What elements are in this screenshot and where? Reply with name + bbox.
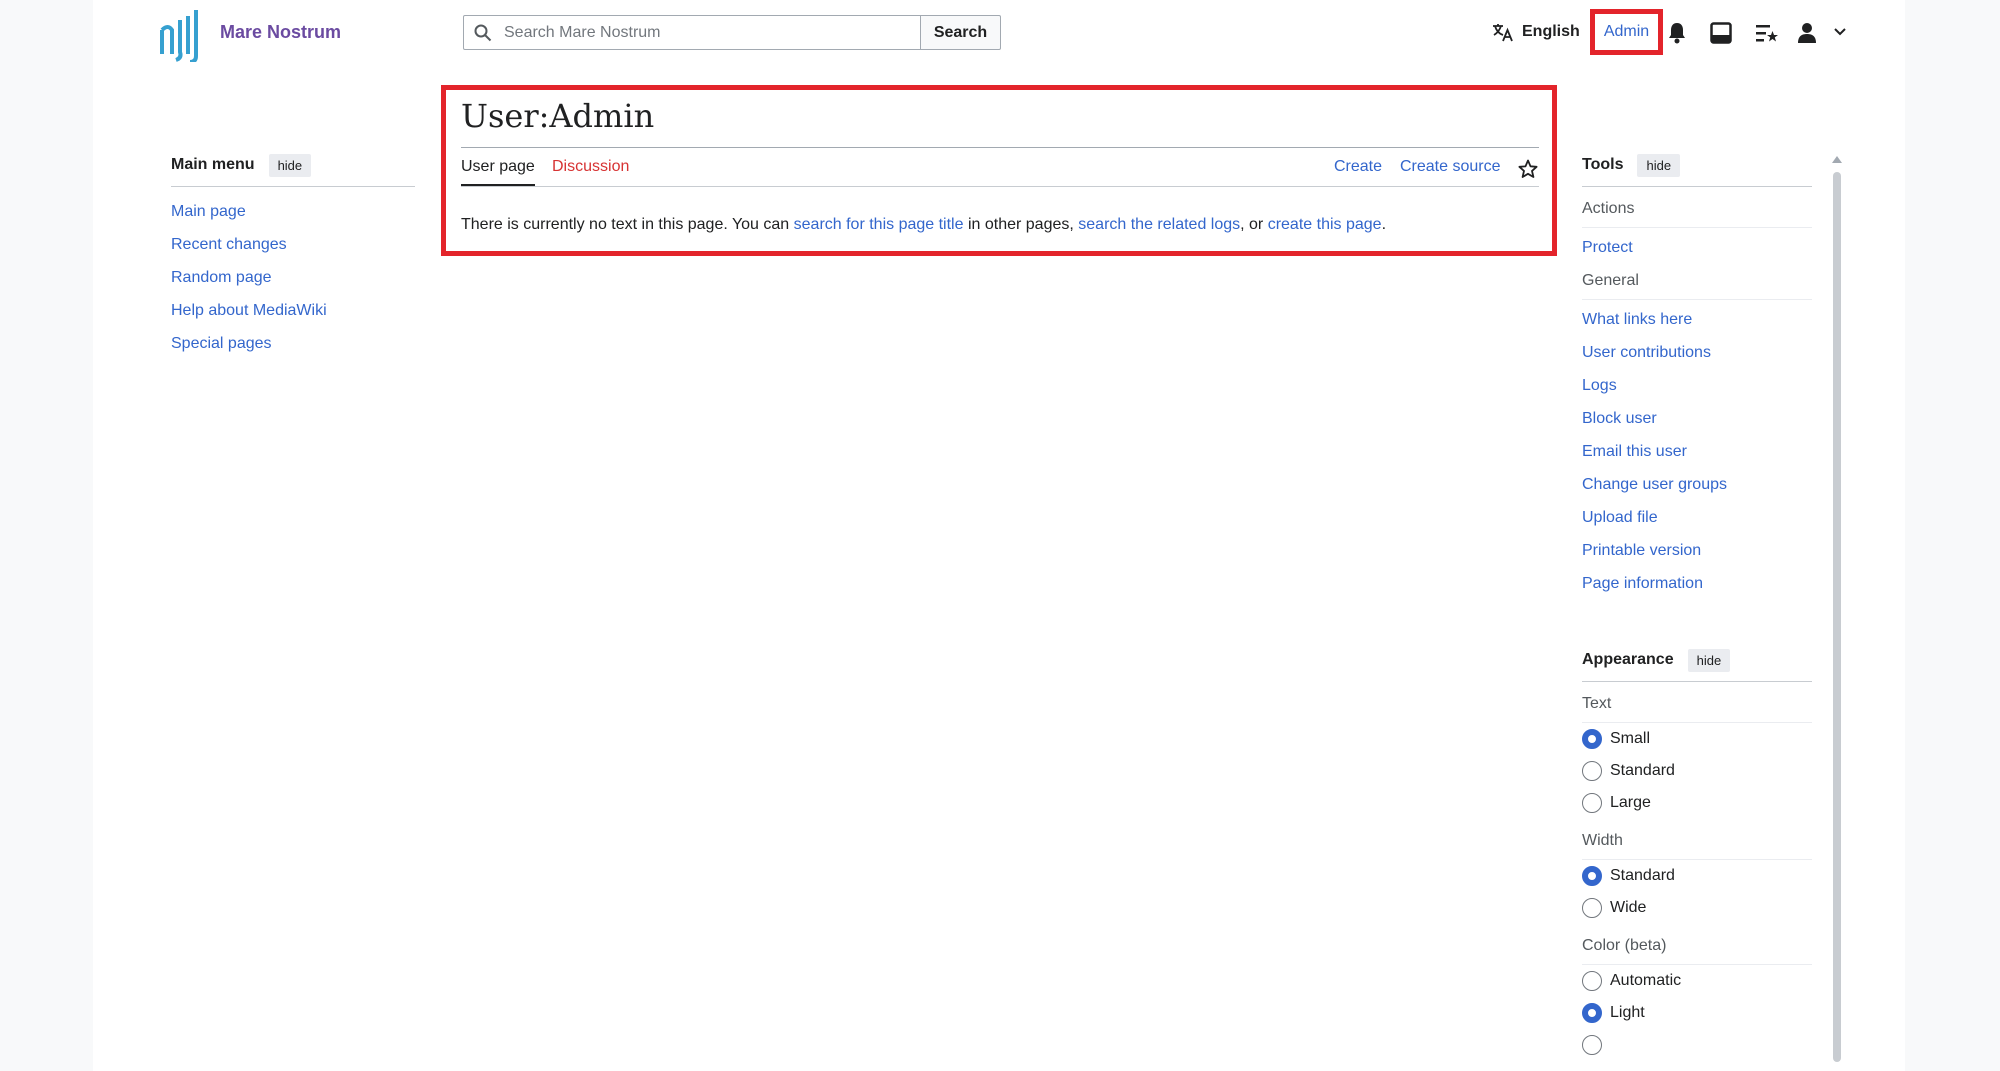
logo-icon <box>160 10 198 64</box>
user-page-link[interactable]: Admin <box>1590 9 1663 55</box>
tools-hide-button[interactable]: hide <box>1637 153 1681 177</box>
tab-user-page[interactable]: User page <box>461 158 535 186</box>
radio-row[interactable]: Standard <box>1582 755 1812 787</box>
radio-row[interactable]: Small <box>1582 723 1812 755</box>
sidebar-item-main-page[interactable]: Main page <box>171 203 246 220</box>
scroll-up-arrow[interactable] <box>1832 156 1842 163</box>
page-title: User:Admin <box>461 97 1539 148</box>
radio-row[interactable]: Large <box>1582 787 1812 819</box>
site-name[interactable]: Mare Nostrum <box>220 22 341 43</box>
color-label: Color (beta) <box>1582 934 1812 965</box>
user-name-label: Admin <box>1603 23 1650 40</box>
tools-item-what-links-here[interactable]: What links here <box>1582 311 1692 328</box>
tools-item-email-user[interactable]: Email this user <box>1582 443 1687 460</box>
tab-create-source[interactable]: Create source <box>1400 158 1501 184</box>
text-large-radio[interactable] <box>1582 793 1602 813</box>
tools-item-upload-file[interactable]: Upload file <box>1582 509 1658 526</box>
color-automatic-radio[interactable] <box>1582 971 1602 991</box>
radio-label: Light <box>1610 1004 1645 1021</box>
radio-label: Large <box>1610 794 1651 811</box>
search-title-link[interactable]: search for this page title <box>794 216 964 233</box>
tab-discussion[interactable]: Discussion <box>552 158 629 184</box>
main-menu-hide-button[interactable]: hide <box>268 153 312 177</box>
tab-create[interactable]: Create <box>1334 158 1382 184</box>
width-wide-radio[interactable] <box>1582 898 1602 918</box>
notice-text: . <box>1381 216 1387 233</box>
general-list: What links here User contributions Logs … <box>1582 308 1812 605</box>
actions-list: Protect <box>1582 236 1812 269</box>
notices-tray-icon[interactable] <box>1710 22 1732 44</box>
create-page-link[interactable]: create this page <box>1268 216 1382 233</box>
width-group: Standard Wide <box>1582 860 1812 924</box>
sidebar-item-special-pages[interactable]: Special pages <box>171 335 272 352</box>
main-menu: Main menu hide Main page Recent changes … <box>171 152 415 366</box>
radio-label: Standard <box>1610 762 1675 779</box>
notice-text: There is currently no text in this page.… <box>461 216 794 233</box>
tools-item-logs[interactable]: Logs <box>1582 377 1617 394</box>
tools-item-printable-version[interactable]: Printable version <box>1582 542 1701 559</box>
notice-text: , or <box>1240 216 1268 233</box>
tools-title: Tools <box>1582 156 1624 173</box>
main-menu-list: Main page Recent changes Random page Hel… <box>171 201 415 366</box>
sidebar-item-recent-changes[interactable]: Recent changes <box>171 236 287 253</box>
general-label: General <box>1582 269 1812 300</box>
text-size-label: Text <box>1582 692 1812 723</box>
tools-item-page-information[interactable]: Page information <box>1582 575 1703 592</box>
search-icon <box>474 24 492 41</box>
radio-row[interactable]: Wide <box>1582 892 1812 924</box>
radio-row[interactable] <box>1582 1029 1812 1061</box>
notice-text: in other pages, <box>963 216 1079 233</box>
actions-label: Actions <box>1582 197 1812 228</box>
search-button[interactable]: Search <box>921 15 1001 50</box>
sidebar-scrollbar[interactable] <box>1833 172 1841 1062</box>
search-input[interactable] <box>502 22 886 43</box>
tools-header: Tools hide <box>1582 152 1812 187</box>
appearance-header: Appearance hide <box>1582 647 1812 682</box>
color-light-radio[interactable] <box>1582 1003 1602 1023</box>
notifications-bell-icon[interactable] <box>1667 22 1687 44</box>
appearance-panel: Appearance hide Text Small Standard Larg… <box>1582 647 1812 1061</box>
text-size-group: Small Standard Large <box>1582 723 1812 819</box>
appearance-title: Appearance <box>1582 651 1674 668</box>
tools-item-change-user-groups[interactable]: Change user groups <box>1582 476 1727 493</box>
watchlist-icon[interactable] <box>1755 22 1779 44</box>
language-label: English <box>1522 23 1580 40</box>
site-logo[interactable] <box>158 6 204 64</box>
tools-panel: Tools hide Actions Protect General What … <box>1582 152 1812 605</box>
tools-item-user-contributions[interactable]: User contributions <box>1582 344 1711 361</box>
width-label: Width <box>1582 829 1812 860</box>
radio-row[interactable]: Light <box>1582 997 1812 1029</box>
missing-page-notice: There is currently no text in this page.… <box>461 216 1386 234</box>
text-standard-radio[interactable] <box>1582 761 1602 781</box>
radio-label: Small <box>1610 730 1651 747</box>
tools-item-protect[interactable]: Protect <box>1582 239 1633 256</box>
user-menu-icon[interactable] <box>1797 22 1817 44</box>
main-menu-header: Main menu hide <box>171 152 415 187</box>
radio-label: Standard <box>1610 867 1675 884</box>
chevron-down-icon[interactable] <box>1834 28 1846 36</box>
main-menu-title: Main menu <box>171 156 255 173</box>
tools-item-block-user[interactable]: Block user <box>1582 410 1657 427</box>
language-button[interactable]: English <box>1492 22 1580 42</box>
page-tabs: User page Discussion Create Create sourc… <box>461 150 1539 187</box>
color-dark-radio[interactable] <box>1582 1035 1602 1055</box>
radio-label: Wide <box>1610 899 1647 916</box>
watch-star-icon[interactable] <box>1518 156 1538 182</box>
translate-icon <box>1493 24 1513 42</box>
text-small-radio[interactable] <box>1582 729 1602 749</box>
sidebar-item-random-page[interactable]: Random page <box>171 269 272 286</box>
sidebar-item-help[interactable]: Help about MediaWiki <box>171 302 327 319</box>
width-standard-radio[interactable] <box>1582 866 1602 886</box>
radio-label: Automatic <box>1610 972 1682 989</box>
search-logs-link[interactable]: search the related logs <box>1078 216 1240 233</box>
search-box[interactable] <box>463 15 921 50</box>
appearance-hide-button[interactable]: hide <box>1687 648 1731 672</box>
radio-row[interactable]: Standard <box>1582 860 1812 892</box>
radio-row[interactable]: Automatic <box>1582 965 1812 997</box>
color-group: Automatic Light <box>1582 965 1812 1061</box>
